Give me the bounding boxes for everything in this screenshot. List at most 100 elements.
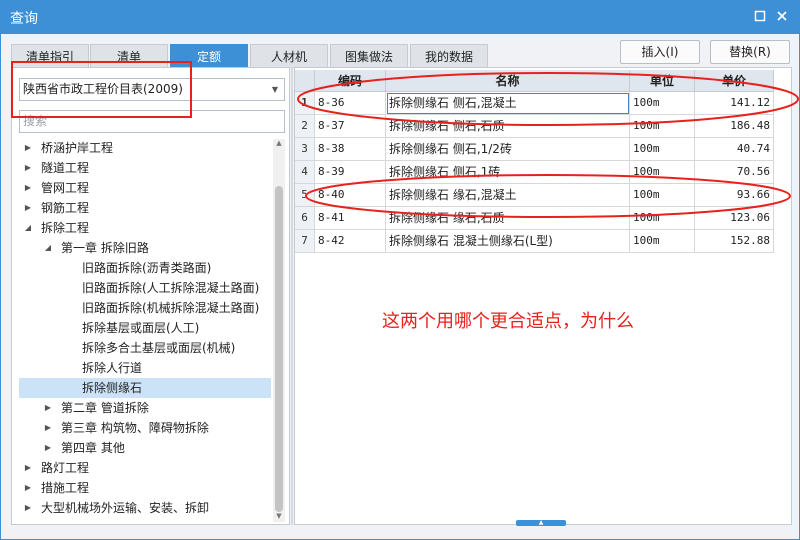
tab-atlas-method[interactable]: 图集做法 (330, 44, 408, 68)
collapsed-triangle-icon[interactable]: ▶ (23, 458, 33, 478)
cell-name[interactable]: 拆除侧缘石 侧石,石质 (386, 115, 630, 138)
collapsed-triangle-icon[interactable]: ▶ (43, 418, 53, 438)
collapsed-triangle-icon[interactable]: ▶ (43, 398, 53, 418)
tree-item[interactable]: ▶ 措施工程 (19, 478, 271, 498)
expanded-triangle-icon[interactable]: ◢ (43, 238, 53, 258)
tree-item-label: 隧道工程 (41, 161, 90, 175)
cell-name[interactable]: 拆除侧缘石 侧石,1砖 (386, 161, 630, 184)
tree-item[interactable]: ▶ 第三章 构筑物、障碍物拆除 (19, 418, 271, 438)
column-header-code[interactable]: 编码 (315, 70, 386, 92)
row-number[interactable]: 6 (295, 207, 315, 230)
tree-item[interactable]: ◢ 拆除工程 (19, 218, 271, 238)
tree-item[interactable]: ▶ 桥涵护岸工程 (19, 138, 271, 158)
cell-unit[interactable]: 100m (630, 207, 695, 230)
column-header-unit[interactable]: 单位 (630, 70, 695, 92)
tree-item[interactable]: ▶ 第二章 管道拆除 (19, 398, 271, 418)
library-select[interactable]: 陕西省市政工程价目表(2009) ▼ (19, 78, 285, 101)
tree-item[interactable]: 拆除多合土基层或面层(机械) (19, 338, 271, 358)
row-number[interactable]: 2 (295, 115, 315, 138)
cell-code[interactable]: 8-37 (315, 115, 386, 138)
collapsed-triangle-icon[interactable]: ▶ (23, 158, 33, 178)
tab-my-data[interactable]: 我的数据 (410, 44, 488, 68)
tree-item-label: 路灯工程 (41, 461, 90, 475)
column-header-name[interactable]: 名称 (386, 70, 630, 92)
tree-item[interactable]: 旧路面拆除(沥青类路面) (19, 258, 271, 278)
tree-item-label: 旧路面拆除(沥青类路面) (82, 261, 212, 275)
panel-splitter[interactable] (291, 67, 293, 525)
tree-item[interactable]: ▶ 路灯工程 (19, 458, 271, 478)
cell-unit[interactable]: 100m (630, 161, 695, 184)
row-number[interactable]: 1 (295, 92, 315, 115)
cell-price[interactable]: 152.88 (695, 230, 774, 253)
tab-quota[interactable]: 定额 (170, 44, 248, 68)
cell-code[interactable]: 8-38 (315, 138, 386, 161)
tree-item[interactable]: 旧路面拆除(机械拆除混凝土路面) (19, 298, 271, 318)
cell-name[interactable]: 拆除侧缘石 缘石,石质 (386, 207, 630, 230)
tree-item-label: 拆除侧缘石 (82, 381, 143, 395)
tab-list-guide[interactable]: 清单指引 (11, 44, 89, 68)
row-number[interactable]: 7 (295, 230, 315, 253)
tab-list[interactable]: 清单 (90, 44, 168, 68)
cell-unit[interactable]: 100m (630, 138, 695, 161)
collapsed-triangle-icon[interactable]: ▶ (23, 138, 33, 158)
cell-unit[interactable]: 100m (630, 115, 695, 138)
cell-code[interactable]: 8-40 (315, 184, 386, 207)
cell-code[interactable]: 8-36 (315, 92, 386, 115)
collapse-handle[interactable]: ▲ (516, 520, 566, 526)
expanded-triangle-icon[interactable]: ◢ (23, 218, 33, 238)
tab-materials[interactable]: 人材机 (250, 44, 328, 68)
cell-price[interactable]: 123.06 (695, 207, 774, 230)
cell-unit[interactable]: 100m (630, 184, 695, 207)
tree-item[interactable]: 旧路面拆除(人工拆除混凝土路面) (19, 278, 271, 298)
scroll-up-icon[interactable]: ▲ (273, 139, 285, 147)
cell-unit[interactable]: 100m (630, 230, 695, 253)
tree-item[interactable]: ▶ 第四章 其他 (19, 438, 271, 458)
cell-unit[interactable]: 100m (630, 92, 695, 115)
tree-scrollbar[interactable]: ▲ ▼ (273, 139, 285, 522)
cell-code[interactable]: 8-42 (315, 230, 386, 253)
collapsed-triangle-icon[interactable]: ▶ (23, 478, 33, 498)
tree-item[interactable]: ▶ 管网工程 (19, 178, 271, 198)
collapsed-triangle-icon[interactable]: ▶ (23, 498, 33, 518)
tree-item-label: 第三章 构筑物、障碍物拆除 (61, 421, 209, 435)
cell-name[interactable]: 拆除侧缘石 混凝土侧缘石(L型) (386, 230, 630, 253)
tree-item-label: 拆除基层或面层(人工) (82, 321, 200, 335)
close-icon[interactable] (772, 6, 792, 26)
tree-item[interactable]: 拆除基层或面层(人工) (19, 318, 271, 338)
tree-item-label: 措施工程 (41, 481, 90, 495)
scrollbar-thumb[interactable] (275, 186, 283, 512)
cell-code[interactable]: 8-39 (315, 161, 386, 184)
cell-price[interactable]: 141.12 (695, 92, 774, 115)
row-number[interactable]: 4 (295, 161, 315, 184)
column-header-price[interactable]: 单价 (695, 70, 774, 92)
tree-item-label: 第二章 管道拆除 (61, 401, 149, 415)
cell-price[interactable]: 40.74 (695, 138, 774, 161)
insert-button[interactable]: 插入(I) (620, 40, 700, 64)
cell-price[interactable]: 93.66 (695, 184, 774, 207)
tree-item[interactable]: 拆除人行道 (19, 358, 271, 378)
library-select-value: 陕西省市政工程价目表(2009) (23, 82, 183, 96)
square-icon[interactable] (750, 6, 770, 26)
annotation-question: 这两个用哪个更合适点，为什么 (382, 311, 634, 332)
tree-item-label: 管网工程 (41, 181, 90, 195)
row-number[interactable]: 3 (295, 138, 315, 161)
collapsed-triangle-icon[interactable]: ▶ (43, 438, 53, 458)
cell-name[interactable]: 拆除侧缘石 侧石,1/2砖 (386, 138, 630, 161)
cell-code[interactable]: 8-41 (315, 207, 386, 230)
replace-button[interactable]: 替换(R) (710, 40, 790, 64)
tree-item-label: 旧路面拆除(人工拆除混凝土路面) (82, 281, 260, 295)
cell-price[interactable]: 186.48 (695, 115, 774, 138)
tree-item[interactable]: ▶ 钢筋工程 (19, 198, 271, 218)
tree-item[interactable]: 拆除侧缘石 (19, 378, 271, 398)
tree-item[interactable]: ◢ 第一章 拆除旧路 (19, 238, 271, 258)
tree-item[interactable]: ▶ 大型机械场外运输、安装、拆卸 (19, 498, 271, 518)
scroll-down-icon[interactable]: ▼ (273, 512, 285, 520)
collapsed-triangle-icon[interactable]: ▶ (23, 198, 33, 218)
cell-name[interactable]: 拆除侧缘石 缘石,混凝土 (386, 184, 630, 207)
cell-name[interactable]: 拆除侧缘石 侧石,混凝土 (386, 92, 630, 115)
collapsed-triangle-icon[interactable]: ▶ (23, 178, 33, 198)
cell-price[interactable]: 70.56 (695, 161, 774, 184)
search-input[interactable]: 搜索 (19, 110, 285, 133)
tree-item[interactable]: ▶ 隧道工程 (19, 158, 271, 178)
row-number[interactable]: 5 (295, 184, 315, 207)
